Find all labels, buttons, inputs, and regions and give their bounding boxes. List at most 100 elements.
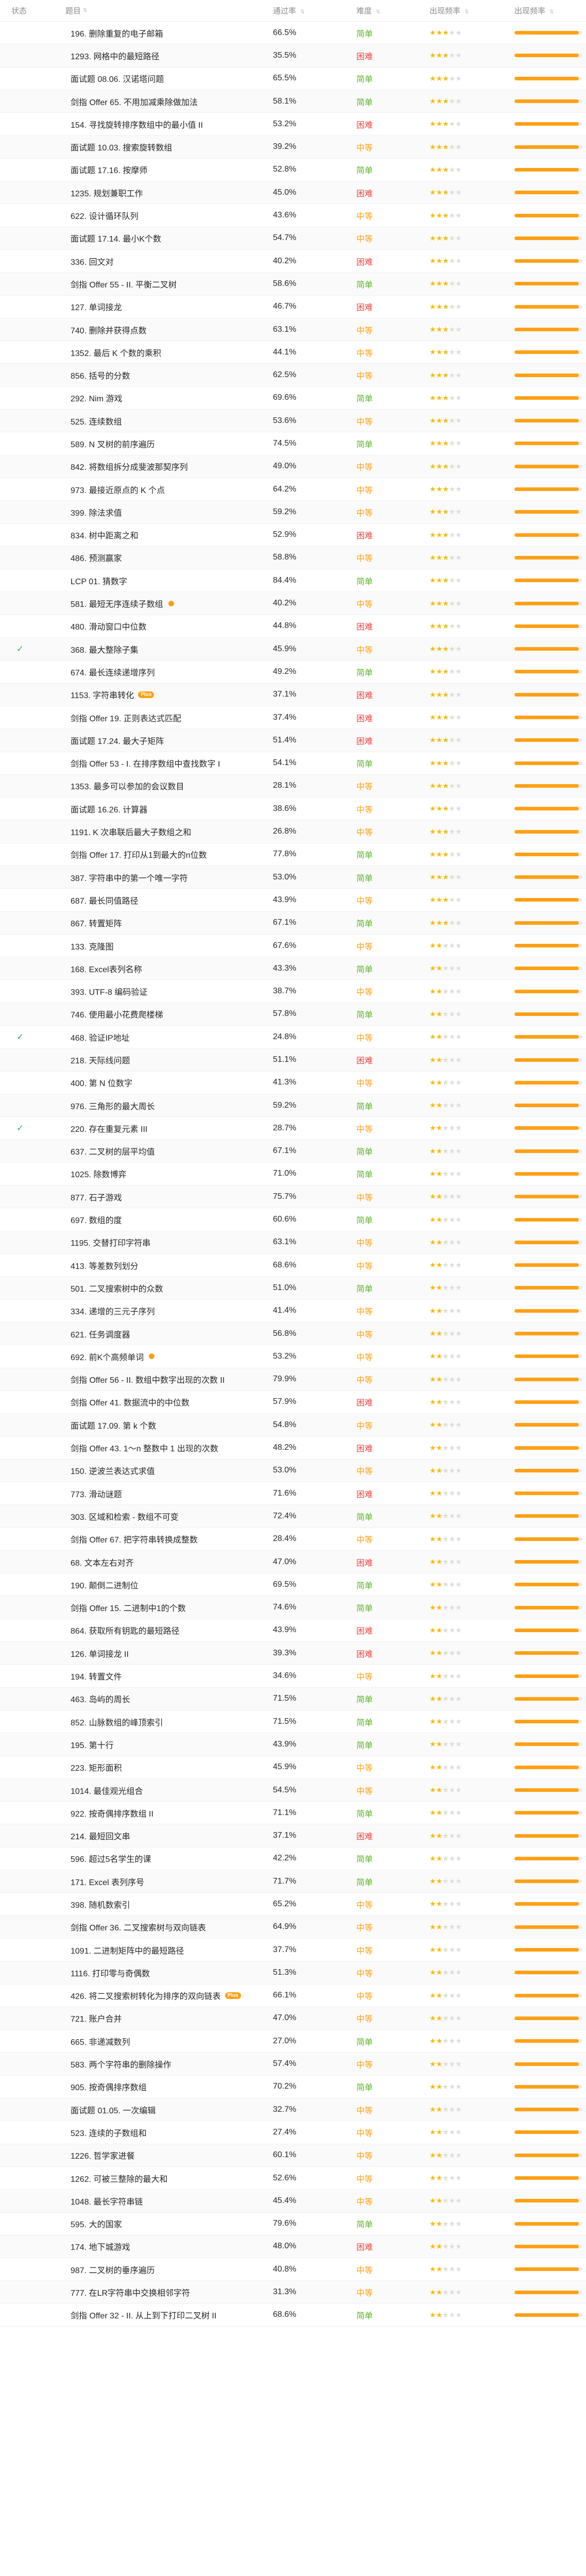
title-cell[interactable]: 1262. 可被三整除的最大和: [49, 2172, 268, 2184]
problem-title-link[interactable]: 393. UTF-8 编码验证: [71, 985, 147, 997]
table-row[interactable]: 223. 矩形面积 45.9% 中等 ★★★★★: [0, 1756, 586, 1779]
table-row[interactable]: ✓ 368. 最大整除子集 45.9% 中等 ★★★★★: [0, 638, 586, 661]
title-cell[interactable]: 133. 克隆图: [49, 940, 268, 952]
title-cell[interactable]: 127. 单词接龙: [49, 300, 268, 313]
title-cell[interactable]: 697. 数组的度: [49, 1213, 268, 1226]
title-cell[interactable]: 1195. 交替打印字符串: [49, 1236, 268, 1248]
table-row[interactable]: 525. 连续数组 53.6% 中等 ★★★★★: [0, 410, 586, 433]
table-row[interactable]: ✓ 468. 验证IP地址 24.8% 中等 ★★★★★: [0, 1026, 586, 1049]
title-cell[interactable]: 595. 大的国家: [49, 2217, 268, 2230]
problem-title-link[interactable]: 190. 颠倒二进制位: [71, 1579, 139, 1591]
title-cell[interactable]: 987. 二叉树的垂序遍历: [49, 2263, 268, 2276]
problem-title-link[interactable]: 面试题 16.26. 计算器: [71, 803, 147, 815]
problem-title-link[interactable]: 68. 文本左右对齐: [71, 1556, 134, 1568]
problem-title-link[interactable]: 1353. 最多可以参加的会议数目: [71, 779, 184, 792]
title-cell[interactable]: 480. 滑动窗口中位数: [49, 620, 268, 632]
table-row[interactable]: 剑指 Offer 55 - II. 平衡二叉树 58.6% 简单 ★★★★★: [0, 273, 586, 296]
title-cell[interactable]: 196. 删除重复的电子邮箱: [49, 27, 268, 39]
problem-title-link[interactable]: 621. 任务调度器: [71, 1328, 130, 1340]
title-cell[interactable]: 剑指 Offer 65. 不用加减乘除做加法: [49, 95, 268, 108]
problem-title-link[interactable]: 剑指 Offer 43. 1～n 整数中 1 出现的次数: [71, 1442, 218, 1454]
table-row[interactable]: 126. 单词接龙 II 39.3% 困难 ★★★★★: [0, 1642, 586, 1665]
title-cell[interactable]: 336. 回文对: [49, 255, 268, 267]
problem-title-link[interactable]: 面试题 01.05. 一次编辑: [71, 2104, 156, 2116]
problem-title-link[interactable]: 1262. 可被三整除的最大和: [71, 2172, 168, 2184]
table-row[interactable]: 剑指 Offer 65. 不用加减乘除做加法 58.1% 简单 ★★★★★: [0, 90, 586, 113]
title-cell[interactable]: 223. 矩形面积: [49, 1761, 268, 1773]
title-cell[interactable]: 834. 树中距离之和: [49, 529, 268, 541]
table-row[interactable]: 194. 转置文件 34.6% 中等 ★★★★★: [0, 1665, 586, 1688]
problem-title-link[interactable]: 525. 连续数组: [71, 415, 122, 427]
problem-title-link[interactable]: 127. 单词接龙: [71, 300, 122, 313]
problem-title-link[interactable]: 150. 逆波兰表达式求值: [71, 1464, 155, 1477]
problem-title-link[interactable]: 486. 预测赢家: [71, 551, 122, 564]
title-cell[interactable]: 1191. K 次串联后最大子数组之和: [49, 825, 268, 838]
problem-title-link[interactable]: 1235. 规划兼职工作: [71, 187, 143, 199]
problem-title-link[interactable]: 387. 字符串中的第一个唯一字符: [71, 871, 188, 884]
title-cell[interactable]: 195. 第十行: [49, 1738, 268, 1751]
title-cell[interactable]: 721. 账户合并: [49, 2012, 268, 2024]
problem-title-link[interactable]: 400. 第 N 位数字: [71, 1076, 132, 1089]
problem-title-link[interactable]: 196. 删除重复的电子邮箱: [71, 27, 163, 39]
problem-title-link[interactable]: 463. 岛屿的周长: [71, 1692, 130, 1705]
title-cell[interactable]: 190. 颠倒二进制位: [49, 1579, 268, 1591]
problem-title-link[interactable]: 856. 括号的分数: [71, 369, 130, 381]
table-row[interactable]: 1352. 最后 K 个数的乘积 44.1% 中等 ★★★★★: [0, 341, 586, 364]
title-cell[interactable]: 面试题 16.26. 计算器: [49, 803, 268, 815]
title-cell[interactable]: 877. 石子游戏: [49, 1191, 268, 1203]
title-cell[interactable]: 413. 等差数列划分: [49, 1259, 268, 1272]
problem-title-link[interactable]: 922. 按奇偶排序数组 II: [71, 1807, 153, 1819]
problem-title-link[interactable]: 368. 最大整除子集: [71, 643, 139, 655]
table-row[interactable]: 486. 预测赢家 58.8% 中等 ★★★★★: [0, 546, 586, 570]
table-row[interactable]: 773. 滑动谜题 71.6% 困难 ★★★★★: [0, 1482, 586, 1505]
title-cell[interactable]: 1353. 最多可以参加的会议数目: [49, 779, 268, 792]
table-row[interactable]: 剑指 Offer 43. 1～n 整数中 1 出现的次数 48.2% 困难 ★★★★★: [0, 1436, 586, 1460]
table-row[interactable]: 168. Excel表列名称 43.3% 简单 ★★★★★: [0, 957, 586, 980]
table-row[interactable]: 622. 设计循环队列 43.6% 中等 ★★★★★: [0, 204, 586, 227]
problem-title-link[interactable]: 334. 递增的三元子序列: [71, 1304, 155, 1317]
title-cell[interactable]: 746. 使用最小花费爬楼梯: [49, 1008, 268, 1020]
table-row[interactable]: 687. 最长同值路径 43.9% 中等 ★★★★★: [0, 889, 586, 912]
table-row[interactable]: 336. 回文对 40.2% 困难 ★★★★★: [0, 250, 586, 273]
problem-title-link[interactable]: 剑指 Offer 32 - II. 从上到下打印二叉树 II: [71, 2309, 216, 2321]
title-cell[interactable]: 674. 最长连续递增序列: [49, 666, 268, 678]
table-row[interactable]: 976. 三角形的最大周长 59.2% 简单 ★★★★★: [0, 1094, 586, 1117]
problem-title-link[interactable]: 剑指 Offer 36. 二叉搜索树与双向链表: [71, 1921, 206, 1933]
table-row[interactable]: 674. 最长连续递增序列 49.2% 简单 ★★★★★: [0, 660, 586, 684]
table-row[interactable]: 面试题 10.03. 搜索旋转数组 39.2% 中等 ★★★★★: [0, 135, 586, 159]
problem-title-link[interactable]: 583. 两个字符串的删除操作: [71, 2058, 171, 2070]
problem-title-link[interactable]: 220. 存在重复元素 III: [71, 1122, 147, 1134]
problem-title-link[interactable]: 877. 石子游戏: [71, 1191, 122, 1203]
table-row[interactable]: 剑指 Offer 36. 二叉搜索树与双向链表 64.9% 中等 ★★★★★: [0, 1916, 586, 1939]
table-row[interactable]: 922. 按奇偶排序数组 II 71.1% 简单 ★★★★★: [0, 1802, 586, 1825]
table-row[interactable]: 697. 数组的度 60.6% 简单 ★★★★★: [0, 1208, 586, 1231]
table-row[interactable]: 1091. 二进制矩阵中的最短路径 37.7% 中等 ★★★★★: [0, 1939, 586, 1962]
problem-title-link[interactable]: 973. 最接近原点的 K 个点: [71, 483, 165, 496]
table-row[interactable]: 426. 将二叉搜索树转化为排序的双向链表 Plus 66.1% 中等 ★★★★★: [0, 1985, 586, 2007]
table-row[interactable]: 面试题 01.05. 一次编辑 32.7% 中等 ★★★★★: [0, 2098, 586, 2122]
problem-title-link[interactable]: 773. 滑动谜题: [71, 1487, 122, 1500]
problem-title-link[interactable]: 剑指 Offer 65. 不用加减乘除做加法: [71, 95, 198, 108]
table-row[interactable]: 523. 连续的子数组和 27.4% 中等 ★★★★★: [0, 2121, 586, 2144]
title-cell[interactable]: 174. 地下城游戏: [49, 2240, 268, 2252]
problem-title-link[interactable]: 413. 等差数列划分: [71, 1259, 139, 1272]
title-cell[interactable]: 976. 三角形的最大周长: [49, 1099, 268, 1112]
problem-title-link[interactable]: 426. 将二叉搜索树转化为排序的双向链表: [71, 1989, 221, 2002]
table-row[interactable]: 127. 单词接龙 46.7% 困难 ★★★★★: [0, 296, 586, 318]
problem-title-link[interactable]: 501. 二叉搜索树中的众数: [71, 1282, 163, 1294]
problem-title-link[interactable]: 842. 将数组拆分成斐波那契序列: [71, 460, 188, 472]
table-row[interactable]: 595. 大的国家 79.6% 简单 ★★★★★: [0, 2213, 586, 2235]
header-frequency[interactable]: 出现频率 ⇅: [427, 5, 512, 16]
table-row[interactable]: 214. 最短回文串 37.1% 困难 ★★★★★: [0, 1824, 586, 1848]
table-row[interactable]: 218. 天际线问题 51.1% 困难 ★★★★★: [0, 1048, 586, 1072]
title-cell[interactable]: 867. 转置矩阵: [49, 917, 268, 929]
table-row[interactable]: 剑指 Offer 53 - I. 在排序数组中查找数字 I 54.1% 简单 ★★★★…: [0, 752, 586, 775]
table-row[interactable]: 1153. 字符串转化 Plus 37.1% 困难 ★★★★★: [0, 683, 586, 706]
table-row[interactable]: 692. 前K个高频单词 53.2% 中等 ★★★★★: [0, 1345, 586, 1368]
problem-title-link[interactable]: 1014. 最佳观光组合: [71, 1784, 143, 1797]
table-row[interactable]: 387. 字符串中的第一个唯一字符 53.0% 简单 ★★★★★: [0, 866, 586, 889]
title-cell[interactable]: 面试题 17.14. 最小K个数: [49, 232, 268, 244]
problem-title-link[interactable]: 303. 区域和检索 - 数组不可变: [71, 1510, 179, 1522]
table-row[interactable]: 637. 二叉树的层平均值 67.1% 简单 ★★★★★: [0, 1140, 586, 1163]
title-cell[interactable]: 剑指 Offer 36. 二叉搜索树与双向链表: [49, 1921, 268, 1933]
